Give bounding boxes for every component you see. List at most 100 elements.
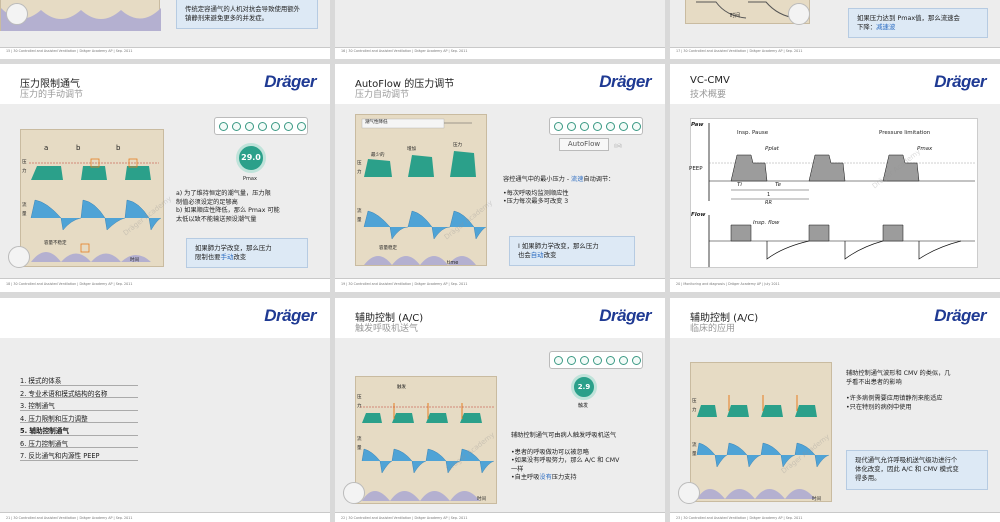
autoflow-button[interactable]: AutoFlow (559, 138, 609, 151)
pplat-label: Pplat (765, 146, 779, 152)
drager-logo: Dräger (264, 306, 316, 325)
toc-item[interactable]: 6. 压力控制通气 (20, 436, 138, 448)
slide-footer: 17 | 30 Controlled and Assisted Ventilat… (676, 49, 803, 53)
slide-header: VC-CMV 技术概要 Dräger (670, 64, 1000, 104)
info-box: 如果压力达到 Pmax值，那么流速会 下降：减速波 (848, 8, 988, 38)
slide-15[interactable]: 传统定容通气的人机对抗会导致使用额外 镇静剂来避免更多的并发症。 15 | 30… (0, 0, 330, 59)
text-a: a) 为了维持恒定的潮气量，压力限 制值必须设定的足够高 b) 如果顺应性降低，… (176, 190, 280, 223)
toc-item[interactable]: 7. 反比通气和内源性 PEEP (20, 448, 138, 461)
academy-seal-icon (6, 3, 28, 25)
y-axis-pressure: 压力 (357, 395, 362, 409)
y-axis-pressure: 压力 (22, 160, 27, 174)
time-axis-label: 时间 (130, 258, 139, 263)
slide-16[interactable]: 16 | 30 Controlled and Assisted Ventilat… (335, 0, 665, 59)
slide-footer: 20 | Monitoring and diagnosis | Dräger A… (676, 282, 780, 286)
autoflow-caption: 自动 (614, 143, 622, 148)
drager-logo: Dräger (264, 72, 316, 91)
slide-body: Paw Insp. Pause Pplat Pressure limitatio… (670, 104, 1000, 278)
slide-body (335, 0, 665, 47)
y-axis-pressure: 压力 (692, 399, 697, 413)
te-label: Te (775, 182, 782, 188)
pmax-knob[interactable]: 29.0 (236, 143, 266, 173)
autoflow-chart (355, 114, 487, 266)
drager-logo: Dräger (599, 306, 651, 325)
slide-footer: 15 | 30 Controlled and Assisted Ventilat… (6, 49, 133, 53)
toc-item[interactable]: 5. 辅助控制通气 (20, 423, 138, 436)
y-axis-flow: 流量 (692, 443, 697, 457)
slide-19[interactable]: AutoFlow 的压力调节 压力自动调节 Dräger 潮气性降低 最少的 增… (335, 64, 665, 292)
slide-22[interactable]: 辅助控制 (A/C) 触发呼吸机送气 Dräger 触发 压力 流量 时间 Dr… (335, 298, 665, 522)
ventilator-dial-panel[interactable] (214, 117, 308, 135)
assist-control-chart (690, 362, 832, 502)
plateau-label: 容量不稳定 (44, 241, 67, 246)
trigger-knob[interactable]: 2.9 (571, 374, 597, 400)
y-axis-flow: 流量 (357, 437, 362, 451)
drager-logo: Dräger (934, 306, 986, 325)
trigger-knob-label: 触发 (578, 403, 589, 409)
ventilator-dial-panel[interactable] (549, 351, 643, 369)
label-pressure: 压力 (453, 143, 462, 148)
table-of-contents: 1. 模式的体系 2. 专业术语和模式结构的名称 3. 控制通气 4. 压力限制和压力… (20, 373, 138, 461)
ti-label: Ti (737, 182, 742, 188)
slide-body: 时间 如果压力达到 Pmax值，那么流速会 下降：减速波 (670, 0, 1000, 47)
slide-23[interactable]: 辅助控制 (A/C) 临床的应用 Dräger 压力 流量 时间 Dräger … (670, 298, 1000, 522)
body-text: 辅助控制通气波形和 CMV 的类似，几 乎看不出患者的影响 •许多病例需要应用镇… (846, 370, 951, 411)
slide-body: 压力 流量 时间 Dräger Academy 辅助控制通气波形和 CMV 的类… (670, 338, 1000, 512)
slide-subtitle: 临床的应用 (690, 324, 736, 334)
pmax-label: Pmax (243, 176, 257, 182)
flow-label: Flow (691, 212, 706, 218)
academy-seal-icon (343, 482, 365, 504)
time-axis-label: time (447, 260, 459, 266)
slide-20[interactable]: VC-CMV 技术概要 Dräger Paw Insp. Pause Pplat… (670, 64, 1000, 292)
label-min: 最少的 (371, 153, 385, 158)
toc-item[interactable]: 3. 控制通气 (20, 398, 138, 411)
slide-footer: 19 | 30 Controlled and Assisted Ventilat… (341, 282, 468, 286)
slide-body: a b b 压力 流量 容量不稳定 时间 Dräger Academy 29.0… (0, 104, 330, 278)
info-box: 如果肺力学改变，那么压力 限制也要手动改变 (186, 238, 308, 268)
label-b: b (76, 144, 81, 152)
slide-18[interactable]: 压力限制通气 压力的手动调节 Dräger a b b 压力 流量 容量不稳定 … (0, 64, 330, 292)
slide-21[interactable]: Dräger 1. 模式的体系 2. 专业术语和模式结构的名称 3. 控制通气 4. … (0, 298, 330, 522)
peep-label: PEEP (689, 166, 703, 172)
slide-subtitle: 压力自动调节 (355, 90, 410, 100)
body-text: 辅助控制通气可由病人触发呼吸机送气 •患者的呼吸做功可以被忽略 •如果没有呼吸努… (511, 432, 620, 481)
slide-17[interactable]: 时间 如果压力达到 Pmax值，那么流速会 下降：减速波 17 | 30 Con… (670, 0, 1000, 59)
slide-footer: 18 | 30 Controlled and Assisted Ventilat… (6, 282, 133, 286)
toc-item[interactable]: 4. 压力限制和压力调整 (20, 411, 138, 423)
time-axis-label: 时间 (477, 497, 486, 502)
y-axis-flow: 流量 (22, 203, 27, 217)
paw-label: Paw (691, 122, 704, 128)
toc-item[interactable]: 2. 专业术语和模式结构的名称 (20, 386, 138, 398)
label-b: b (116, 144, 121, 152)
chart-header: 潮气性降低 (365, 120, 388, 125)
trigger-label: 触发 (397, 385, 406, 390)
academy-seal-icon (8, 246, 30, 268)
slide-subtitle: 触发呼吸机送气 (355, 324, 419, 334)
drager-logo: Dräger (599, 72, 651, 91)
toc-item[interactable]: 1. 模式的体系 (20, 373, 138, 386)
slide-header: 辅助控制 (A/C) 触发呼吸机送气 Dräger (335, 298, 665, 338)
insp-flow-label: Insp. flow (753, 220, 780, 226)
slide-title: VC-CMV (690, 75, 730, 86)
slide-body: 触发 压力 流量 时间 Dräger Academy 2.9 触发 辅助控制通气… (335, 338, 665, 512)
y-axis-flow: 流量 (357, 209, 362, 223)
y-axis-pressure: 压力 (357, 161, 362, 175)
pressure-flow-chart (20, 129, 164, 267)
vc-cmv-diagram: Paw Insp. Pause Pplat Pressure limitatio… (689, 118, 978, 268)
pressure-limitation-label: Pressure limitation (879, 130, 931, 136)
info-box: 现代通气允许呼吸机送气级功进行个 体化改变，因此 A/C 和 CMV 模式变 得… (846, 450, 988, 490)
rr-label: RR (765, 200, 772, 206)
slide-header: 压力限制通气 压力的手动调节 Dräger (0, 64, 330, 104)
slide-footer: 22 | 30 Controlled and Assisted Ventilat… (341, 516, 468, 520)
slide-subtitle: 技术概要 (690, 90, 727, 100)
ventilator-dial-panel[interactable] (549, 117, 643, 135)
academy-seal-icon (678, 482, 700, 504)
body-text: 容控通气中的最小压力 - 流速自动调节： •每次呼吸均监测顺应性 •压力每次最多… (503, 176, 615, 205)
slide-subtitle: 压力的手动调节 (20, 90, 84, 100)
slide-footer: 16 | 30 Controlled and Assisted Ventilat… (341, 49, 468, 53)
label-increase: 增加 (407, 147, 416, 152)
slide-header: Dräger (0, 298, 330, 338)
slide-body: 潮气性降低 最少的 增加 压力 压力 流量 容量稳定 time Dräger A… (335, 104, 665, 278)
slide-sorter: 传统定容通气的人机对抗会导致使用额外 镇静剂来避免更多的并发症。 15 | 30… (0, 0, 1000, 522)
slide-footer: 23 | 30 Controlled and Assisted Ventilat… (676, 516, 803, 520)
